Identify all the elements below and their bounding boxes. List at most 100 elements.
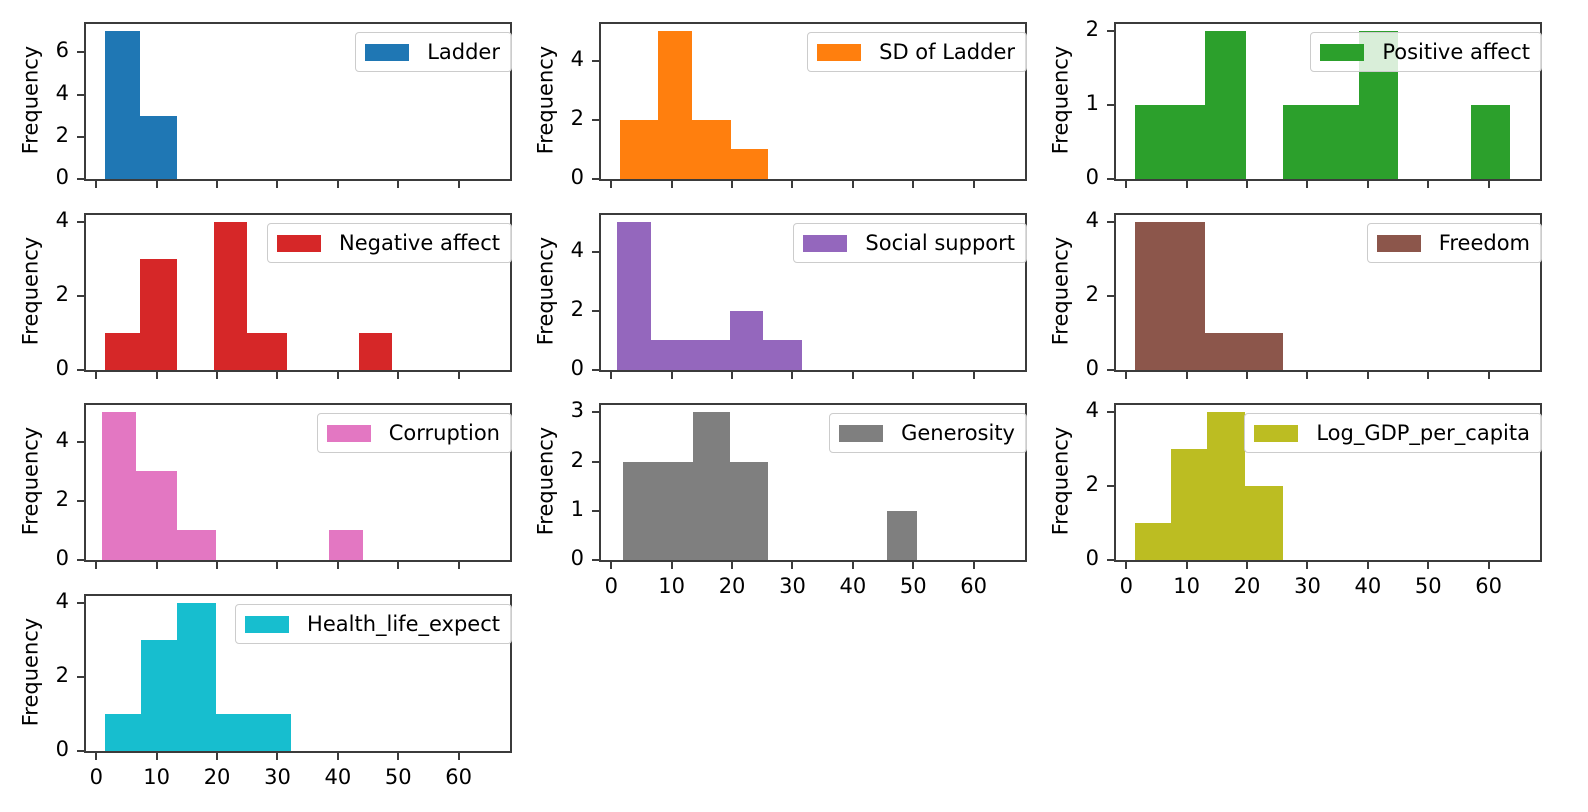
bars-container <box>86 405 510 560</box>
x-tick-label: 20 <box>203 765 231 789</box>
y-tick-label: 4 <box>570 46 584 71</box>
y-tick-mark <box>77 499 84 502</box>
y-axis-label: Frequency <box>18 426 42 535</box>
x-tick-mark <box>1125 562 1128 569</box>
y-tick-mark <box>592 59 599 62</box>
histogram-bar <box>619 119 659 179</box>
y-tick-label: 2 <box>1085 472 1099 497</box>
y-tick-label: 4 <box>55 80 69 105</box>
histogram-bar <box>104 333 141 370</box>
y-tick-label: 2 <box>55 486 69 511</box>
y-axis-label: Frequency <box>533 236 557 345</box>
x-tick-label: 10 <box>1173 574 1201 598</box>
y-tick-label: 0 <box>1085 356 1099 380</box>
plot-area: Corruption <box>84 403 512 562</box>
histogram-bar <box>1204 333 1284 370</box>
y-tick-mark <box>1107 30 1114 33</box>
y-tick-mark <box>77 369 84 371</box>
x-tick-mark <box>336 562 339 569</box>
legend-label: Log_GDP_per_capita <box>1316 421 1530 445</box>
y-tick-mark <box>1107 178 1114 180</box>
legend: Generosity <box>829 413 1027 453</box>
y-tick-mark <box>1107 411 1114 414</box>
x-tick-mark <box>1487 372 1490 379</box>
legend-color-swatch <box>1376 234 1421 252</box>
y-tick-label: 2 <box>1085 17 1099 42</box>
bars-container <box>1116 405 1540 560</box>
histogram-bar <box>177 530 217 560</box>
legend-color-swatch <box>365 43 410 61</box>
bars-container <box>86 215 510 370</box>
x-tick-mark <box>1185 562 1188 569</box>
x-tick-mark <box>216 562 219 569</box>
legend: Log_GDP_per_capita <box>1244 413 1542 453</box>
x-tick-mark <box>95 562 98 569</box>
histogram-bar <box>692 412 730 560</box>
x-tick-mark <box>397 372 400 379</box>
subplot-health-life-expect: Health_life_expect 0 2 4 Frequency 0 10 20 30 40 5… <box>0 0 1588 812</box>
x-tick-mark <box>95 181 98 188</box>
histogram-bar <box>729 310 764 370</box>
y-tick-label: 0 <box>55 356 69 380</box>
x-tick-mark <box>791 372 794 379</box>
y-tick-label: 2 <box>55 282 69 307</box>
histogram-bar <box>140 640 178 751</box>
y-tick-label: 0 <box>570 356 584 380</box>
y-tick-mark <box>1107 369 1114 371</box>
y-tick-mark <box>1107 559 1114 561</box>
x-tick-mark <box>912 562 915 569</box>
x-tick-mark <box>670 372 673 379</box>
x-tick-mark <box>1427 372 1430 379</box>
y-tick-mark <box>77 559 84 561</box>
y-tick-label: 2 <box>55 663 69 688</box>
x-tick-label: 40 <box>839 574 867 598</box>
subplot-freedom: Freedom 0 2 4 Frequency <box>0 0 1588 812</box>
x-tick-mark <box>1306 372 1309 379</box>
subplot-social-support: Social support 0 2 4 Frequency <box>0 0 1588 812</box>
y-tick-mark <box>77 602 84 605</box>
legend: SD of Ladder <box>807 32 1027 72</box>
x-tick-mark <box>336 372 339 379</box>
legend-label: SD of Ladder <box>879 40 1015 64</box>
legend-color-swatch <box>803 234 848 252</box>
x-tick-mark <box>791 181 794 188</box>
y-tick-mark <box>77 295 84 298</box>
x-tick-mark <box>610 181 613 188</box>
y-tick-mark <box>592 411 599 414</box>
x-tick-mark <box>1125 181 1128 188</box>
x-tick-label: 60 <box>445 765 473 789</box>
x-tick-mark <box>972 372 975 379</box>
legend: Freedom <box>1366 223 1542 263</box>
subplot-ladder: Ladder 0 2 4 6 Frequency <box>0 0 1588 812</box>
x-tick-mark <box>155 181 158 188</box>
histogram-bar <box>214 222 248 370</box>
legend: Ladder <box>355 32 512 72</box>
histogram-bar <box>1358 31 1399 179</box>
x-tick-mark <box>1306 562 1309 569</box>
x-tick-label: 10 <box>658 574 686 598</box>
x-tick-mark <box>610 562 613 569</box>
x-tick-mark <box>1366 372 1369 379</box>
x-tick-mark <box>397 181 400 188</box>
x-tick-mark <box>1246 181 1249 188</box>
x-tick-mark <box>731 562 734 569</box>
x-tick-mark <box>276 181 279 188</box>
x-tick-mark <box>95 753 98 760</box>
x-tick-label: 30 <box>1294 574 1321 598</box>
y-tick-label: 2 <box>570 447 584 472</box>
bars-container <box>86 596 510 751</box>
y-axis-label: Frequency <box>533 426 557 535</box>
y-tick-mark <box>1107 485 1114 488</box>
histogram-bar <box>623 461 693 560</box>
subplot-positive-affect: Positive affect 0 1 2 Frequency <box>0 0 1588 812</box>
x-tick-label: 30 <box>779 574 806 598</box>
y-tick-label: 3 <box>570 398 584 423</box>
legend-label: Negative affect <box>339 231 500 255</box>
legend-color-swatch <box>1254 424 1299 442</box>
y-tick-mark <box>592 369 599 371</box>
y-tick-mark <box>77 750 84 752</box>
histogram-bar <box>651 340 730 370</box>
y-axis-label: Frequency <box>1048 236 1072 345</box>
y-tick-mark <box>77 676 84 679</box>
x-tick-mark <box>276 372 279 379</box>
